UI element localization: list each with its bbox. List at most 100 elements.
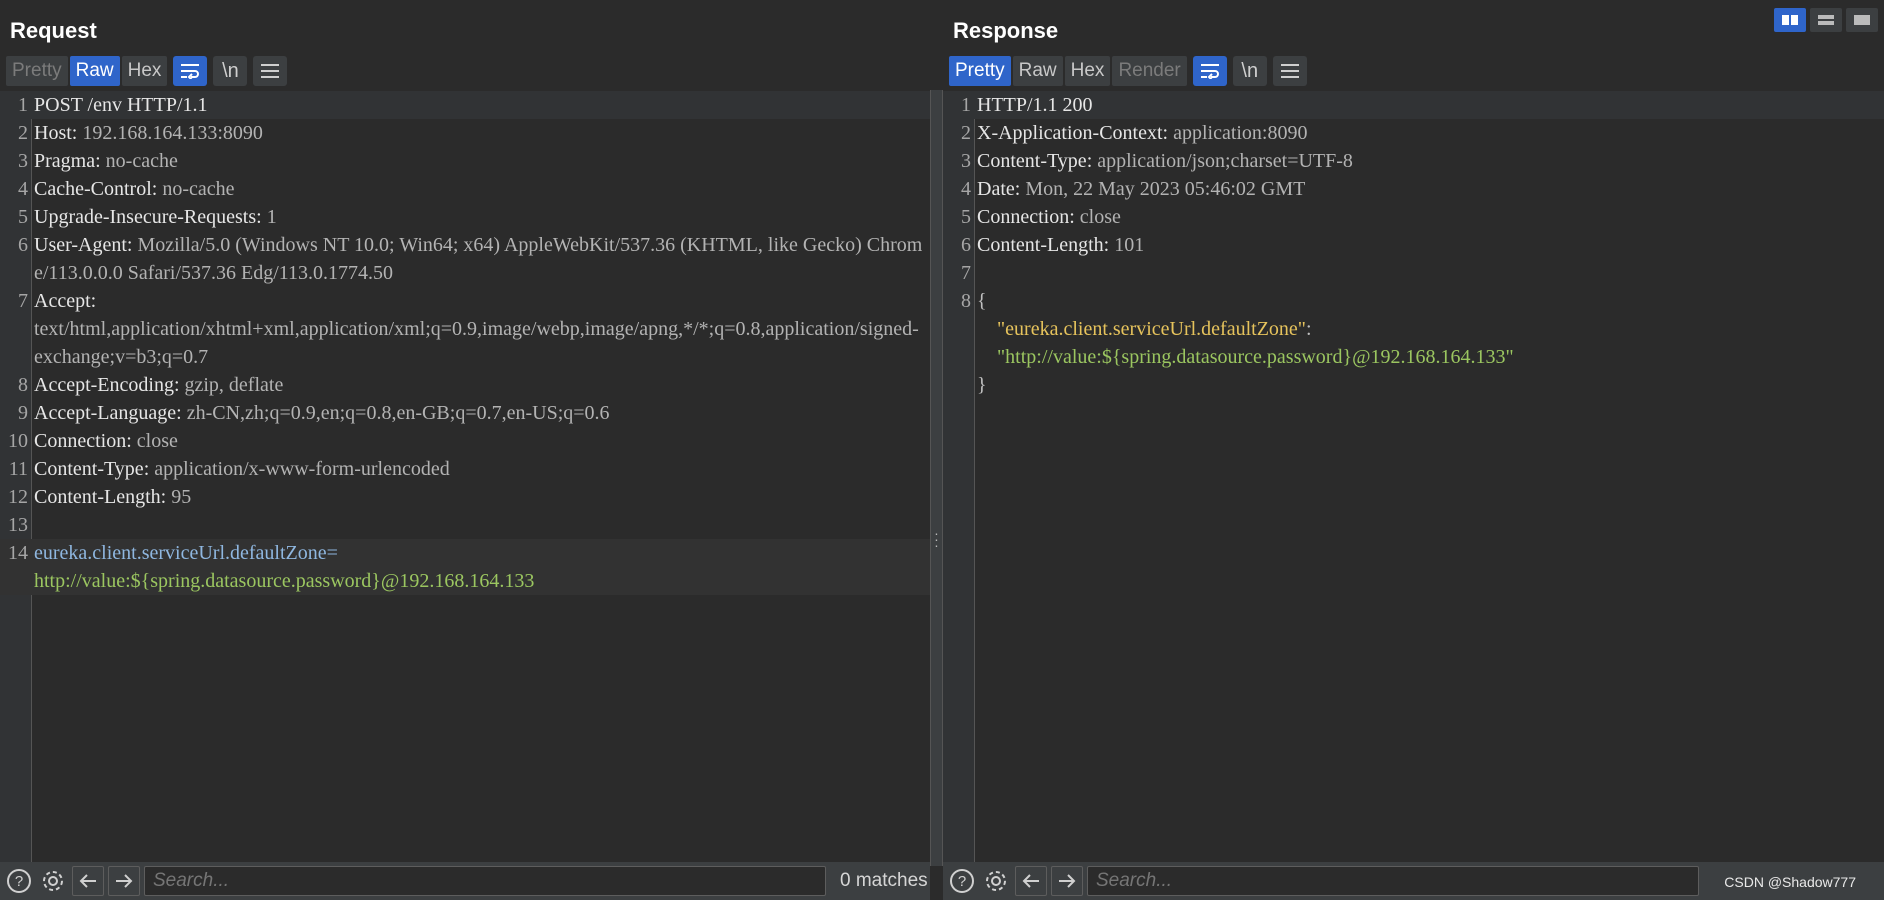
line-number: 4 (18, 178, 28, 200)
menu-icon[interactable] (253, 56, 288, 86)
request-match-count: 0 matches (840, 870, 928, 891)
help-icon[interactable]: ? (4, 866, 34, 896)
json-close-line: } (943, 371, 1884, 399)
code-text: Content-Length: 101 (977, 231, 1884, 259)
request-toolbar: Pretty Raw Hex \n (6, 56, 288, 86)
previous-match-arrow-icon[interactable] (1015, 866, 1047, 896)
header-value: close (1074, 206, 1121, 228)
json-open-line: 8 { (943, 287, 1884, 315)
code-line: 14 eureka.client.serviceUrl.defaultZone= h… (0, 539, 930, 595)
line-number: 7 (961, 262, 971, 284)
code-text: Content-Type: application/json;charset=U… (977, 147, 1884, 175)
svg-text:?: ? (15, 873, 23, 890)
code-text: Content-Type: application/x-www-form-url… (34, 455, 930, 483)
wrap-icon[interactable] (173, 56, 208, 86)
menu-icon[interactable] (1272, 56, 1307, 86)
code-line: 2 X-Application-Context: application:8090 (943, 119, 1884, 147)
splitter-grip-icon[interactable]: · · · (931, 526, 942, 552)
code-text: POST /env HTTP/1.1 (34, 91, 930, 119)
split-horizontal-layout-icon[interactable] (1774, 8, 1806, 32)
code-text: Date: Mon, 22 May 2023 05:46:02 GMT (977, 175, 1884, 203)
response-tab-hex[interactable]: Hex (1064, 56, 1111, 86)
request-tab-raw[interactable]: Raw (69, 56, 120, 86)
pane-splitter[interactable]: · · · (930, 90, 943, 866)
code-text: HTTP/1.1 200 (977, 91, 1884, 119)
header-name: Date: (977, 178, 1021, 200)
code-text: Pragma: no-cache (34, 147, 930, 175)
request-editor[interactable]: 1 POST /env HTTP/1.1 2 Host: 192.168.164.13… (0, 91, 930, 862)
header-name: Pragma: (34, 150, 101, 172)
header-value: 192.168.164.133:8090 (77, 122, 263, 144)
line-number: 6 (961, 234, 971, 256)
code-line: 5 Upgrade-Insecure-Requests: 1 (0, 203, 930, 231)
code-line: 7 (943, 259, 1884, 287)
code-line: 2 Host: 192.168.164.133:8090 (0, 119, 930, 147)
json-value-line: "http://value:${spring.datasource.passwo… (943, 343, 1884, 371)
json-close-brace: } (977, 374, 987, 396)
line-number: 8 (961, 290, 971, 312)
response-lines: 1 HTTP/1.1 200 2 X-Application-Context: app… (943, 91, 1884, 287)
request-tab-hex[interactable]: Hex (121, 56, 168, 86)
header-name: User-Agent: (34, 234, 133, 256)
code-text: Host: 192.168.164.133:8090 (34, 119, 930, 147)
header-name: HTTP/1.1 200 (977, 94, 1093, 116)
response-pane: Response Pretty Raw Hex Render \n 1 HTTP… (943, 0, 1884, 900)
header-value: gzip, deflate (179, 374, 284, 396)
header-name: Accept-Encoding: (34, 374, 180, 396)
code-line: 6 Content-Length: 101 (943, 231, 1884, 259)
request-search-input[interactable] (144, 866, 826, 896)
line-number: 12 (8, 486, 28, 508)
code-text: User-Agent: Mozilla/5.0 (Windows NT 10.0… (34, 231, 930, 287)
code-line: 9 Accept-Language: zh-CN,zh;q=0.9,en;q=0.… (0, 399, 930, 427)
code-text: Content-Length: 95 (34, 483, 930, 511)
header-name: Cache-Control: (34, 178, 158, 200)
header-value: application:8090 (1168, 122, 1308, 144)
newline-toggle-button[interactable]: \n (1232, 56, 1267, 86)
response-toolbar: Pretty Raw Hex Render \n (949, 56, 1307, 86)
response-json-body: 8 { "eureka.client.serviceUrl.defaultZon… (943, 287, 1884, 399)
line-number: 1 (961, 94, 971, 116)
split-vertical-layout-icon[interactable] (1810, 8, 1842, 32)
line-number: 5 (961, 206, 971, 228)
line-number: 3 (18, 150, 28, 172)
next-match-arrow-icon[interactable] (1051, 866, 1083, 896)
help-icon[interactable]: ? (947, 866, 977, 896)
wrap-icon[interactable] (1192, 56, 1227, 86)
response-tab-pretty[interactable]: Pretty (949, 56, 1011, 86)
svg-text:?: ? (958, 873, 966, 890)
code-line: 5 Connection: close (943, 203, 1884, 231)
line-number: 6 (18, 234, 28, 256)
request-tab-pretty[interactable]: Pretty (6, 56, 68, 86)
request-lines: 1 POST /env HTTP/1.1 2 Host: 192.168.164.13… (0, 91, 930, 595)
code-line: 8 Accept-Encoding: gzip, deflate (0, 371, 930, 399)
settings-gear-icon[interactable] (38, 866, 68, 896)
line-number: 14 (8, 542, 28, 564)
code-text: Connection: close (34, 427, 930, 455)
header-value: 101 (1109, 234, 1145, 256)
line-number: 8 (18, 374, 28, 396)
code-text: Upgrade-Insecure-Requests: 1 (34, 203, 930, 231)
line-number: 11 (8, 458, 28, 480)
header-value: close (131, 430, 178, 452)
previous-match-arrow-icon[interactable] (72, 866, 104, 896)
code-text: eureka.client.serviceUrl.defaultZone= htt… (34, 539, 930, 595)
header-value: no-cache (100, 150, 178, 172)
code-line: 1 HTTP/1.1 200 (943, 91, 1884, 119)
response-search-input[interactable] (1087, 866, 1699, 896)
tabs-layout-icon[interactable] (1846, 8, 1878, 32)
response-editor[interactable]: 1 HTTP/1.1 200 2 X-Application-Context: app… (943, 91, 1884, 862)
next-match-arrow-icon[interactable] (108, 866, 140, 896)
code-text: Accept: text/html,application/xhtml+xml,… (34, 287, 930, 371)
header-name: Upgrade-Insecure-Requests: (34, 206, 262, 228)
json-key-line: "eureka.client.serviceUrl.defaultZone": (943, 315, 1884, 343)
line-number: 2 (961, 122, 971, 144)
code-text: Accept-Encoding: gzip, deflate (34, 371, 930, 399)
header-value: 95 (166, 486, 192, 508)
header-value: text/html,application/xhtml+xml,applicat… (34, 318, 919, 368)
line-number: 5 (18, 206, 28, 228)
code-line: 12 Content-Length: 95 (0, 483, 930, 511)
response-tab-render[interactable]: Render (1112, 56, 1187, 86)
response-tab-raw[interactable]: Raw (1012, 56, 1063, 86)
newline-toggle-button[interactable]: \n (213, 56, 248, 86)
settings-gear-icon[interactable] (981, 866, 1011, 896)
